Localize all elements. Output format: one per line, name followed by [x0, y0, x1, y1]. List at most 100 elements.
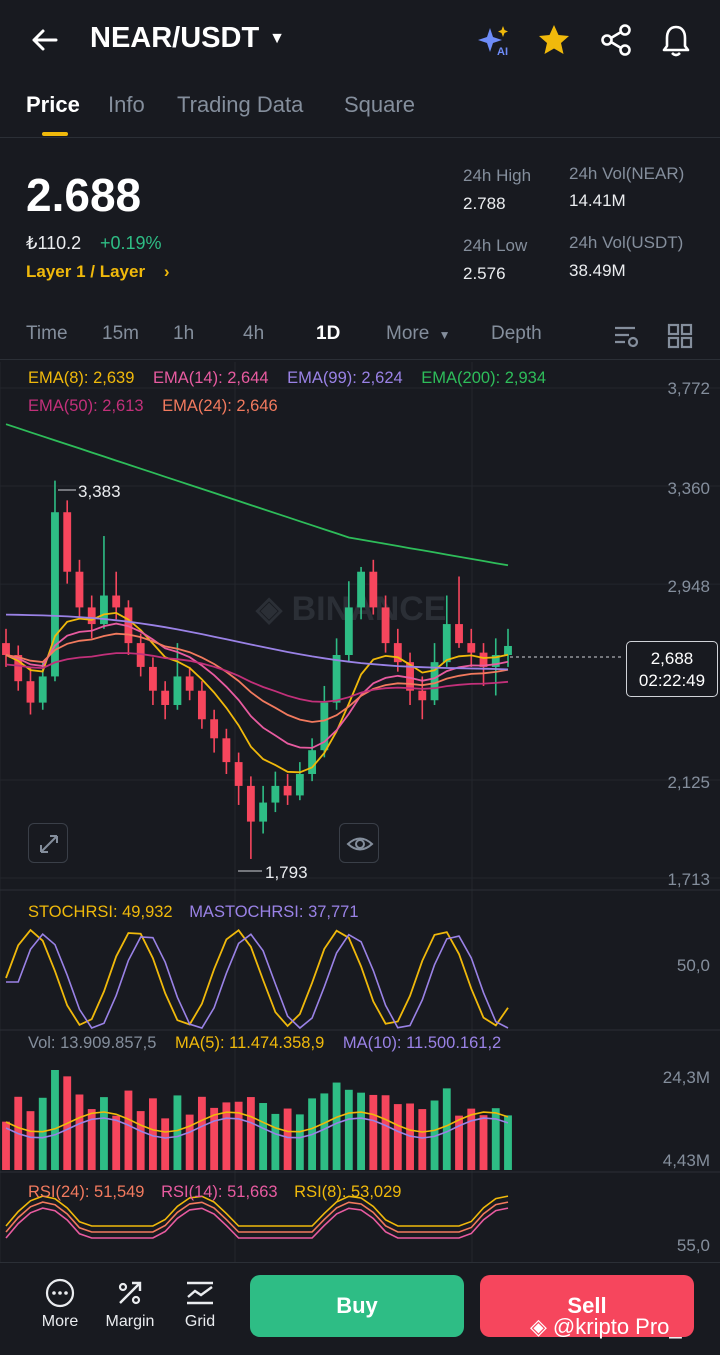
interval-more[interactable]: More ▼	[386, 323, 450, 345]
candle-body	[63, 512, 72, 572]
volume-bar	[75, 1094, 84, 1170]
chevron-right-icon: ›	[163, 262, 170, 281]
margin-button[interactable]: Margin	[100, 1277, 160, 1331]
category-tag-label: Layer 1 / Layer	[26, 262, 146, 281]
low-marker: 1,793	[238, 863, 308, 882]
current-price-tag-value: 2,688	[650, 649, 694, 668]
share-icon[interactable]	[598, 22, 634, 58]
layout-grid-icon[interactable]	[666, 322, 694, 350]
price-axis-tick: 3,360	[667, 479, 710, 498]
tab-trading-data[interactable]: Trading Data	[177, 92, 303, 118]
chart-settings-icon[interactable]	[612, 322, 640, 350]
volume-bar	[442, 1088, 451, 1170]
volume-bar	[479, 1115, 488, 1170]
interval-1d[interactable]: 1D	[316, 323, 340, 345]
more-button[interactable]: More	[30, 1277, 90, 1331]
vol-base-label: 24h Vol(NEAR)	[569, 164, 685, 183]
volume-bar	[369, 1094, 378, 1170]
volume-bar	[185, 1114, 194, 1170]
candle-body	[259, 802, 268, 822]
watermark-text: @kripto Pro_	[552, 1314, 682, 1339]
rsi24-label: RSI(24): 51,549	[28, 1183, 145, 1201]
candle-body	[504, 645, 512, 656]
interval-15m[interactable]: 15m	[102, 323, 139, 345]
volume-bar	[246, 1097, 255, 1170]
candle-body	[467, 643, 476, 653]
price-axis-tick: 3,772	[667, 379, 710, 398]
candle-body	[112, 595, 121, 608]
toggle-indicators-button[interactable]	[339, 823, 379, 863]
star-favorite-icon[interactable]	[536, 22, 572, 58]
svg-text:AI: AI	[497, 46, 508, 58]
eye-icon	[346, 837, 374, 851]
interval-4h[interactable]: 4h	[243, 323, 264, 345]
volume-bar	[283, 1108, 292, 1170]
fiat-price: ₺110.2	[26, 233, 82, 253]
volume-bar	[344, 1089, 353, 1170]
tab-info[interactable]: Info	[108, 92, 145, 118]
price-change-percent: +0.19%	[100, 233, 162, 253]
grid-label: Grid	[184, 1313, 216, 1330]
candle-body	[442, 624, 451, 663]
candle-body	[75, 571, 84, 608]
fullscreen-button[interactable]	[28, 823, 68, 863]
rsi-legend: RSI(24): 51,549 RSI(14): 51,663 RSI(8): …	[28, 1183, 401, 1202]
high-value: 2.788	[463, 194, 506, 213]
grid-bot-icon	[187, 1281, 213, 1305]
candle-body	[2, 643, 10, 656]
more-dots-icon	[45, 1278, 75, 1308]
more-label: More	[41, 1313, 79, 1330]
volume-ma10-label: MA(10): 11.500.161,2	[342, 1034, 502, 1052]
back-arrow-icon[interactable]	[26, 22, 62, 58]
interval-time[interactable]: Time	[26, 323, 68, 345]
price-axis-tick: 2,948	[667, 577, 710, 596]
mastochrsi-line	[6, 932, 509, 1030]
candle-body	[222, 738, 231, 763]
tab-active-indicator	[42, 132, 68, 136]
volume-bar	[271, 1113, 280, 1170]
volume-bar	[124, 1090, 133, 1170]
mastochrsi-label: MASTOCHRSI: 37,771	[189, 903, 359, 921]
candle-body	[197, 690, 206, 720]
candle-body	[369, 571, 378, 608]
ai-sparkle-icon[interactable]: AI	[476, 22, 512, 58]
volume-bar	[393, 1104, 402, 1170]
stochrsi-pane	[5, 928, 509, 1030]
interval-1h[interactable]: 1h	[173, 323, 194, 345]
volume-bar	[161, 1118, 170, 1170]
volume-bar	[173, 1095, 182, 1170]
volume-bar	[259, 1103, 268, 1170]
interval-more-label: More	[386, 323, 430, 344]
volume-bar	[51, 1070, 59, 1170]
rsi14-label: RSI(14): 51,663	[161, 1183, 278, 1201]
volume-bar	[381, 1095, 390, 1170]
buy-button[interactable]: Buy	[250, 1275, 464, 1337]
vol-base-value: 14.41M	[569, 191, 626, 210]
main-tabs: Price Info Trading Data Square	[0, 86, 720, 138]
candle-body	[381, 607, 390, 644]
candle-body	[271, 785, 280, 803]
volume-bar	[136, 1111, 145, 1170]
caret-down-icon: ▼	[269, 29, 286, 47]
grid-button[interactable]: Grid	[170, 1277, 230, 1331]
pair-selector[interactable]: NEAR/USDT ▼	[90, 22, 285, 55]
volume-bar	[100, 1097, 108, 1170]
rsi8-label: RSI(8): 53,029	[294, 1183, 402, 1201]
creator-watermark: ◈ @kripto Pro_	[530, 1314, 682, 1340]
interval-depth[interactable]: Depth	[491, 323, 542, 345]
high-label: 24h High	[463, 166, 532, 185]
candle-body	[210, 719, 219, 739]
pair-title: NEAR/USDT	[90, 22, 260, 54]
candle-body	[283, 785, 292, 796]
volume-bar	[210, 1107, 219, 1170]
candle-body	[87, 607, 96, 625]
price-axis-tick: 2,125	[667, 773, 710, 792]
volume-axis-bottom: 4,43M	[662, 1151, 710, 1170]
price-chart[interactable]: ◈ BINANCE 3,383 1,793	[0, 362, 720, 1262]
tab-square[interactable]: Square	[344, 92, 415, 118]
category-tag[interactable]: Layer 1 / Layer ›	[26, 262, 169, 282]
bell-icon[interactable]	[658, 22, 694, 58]
volume-bar	[418, 1109, 427, 1170]
ema-legend-row-2: EMA(50): 2,613 EMA(24): 2,646	[28, 397, 292, 416]
tab-price[interactable]: Price	[26, 92, 80, 118]
